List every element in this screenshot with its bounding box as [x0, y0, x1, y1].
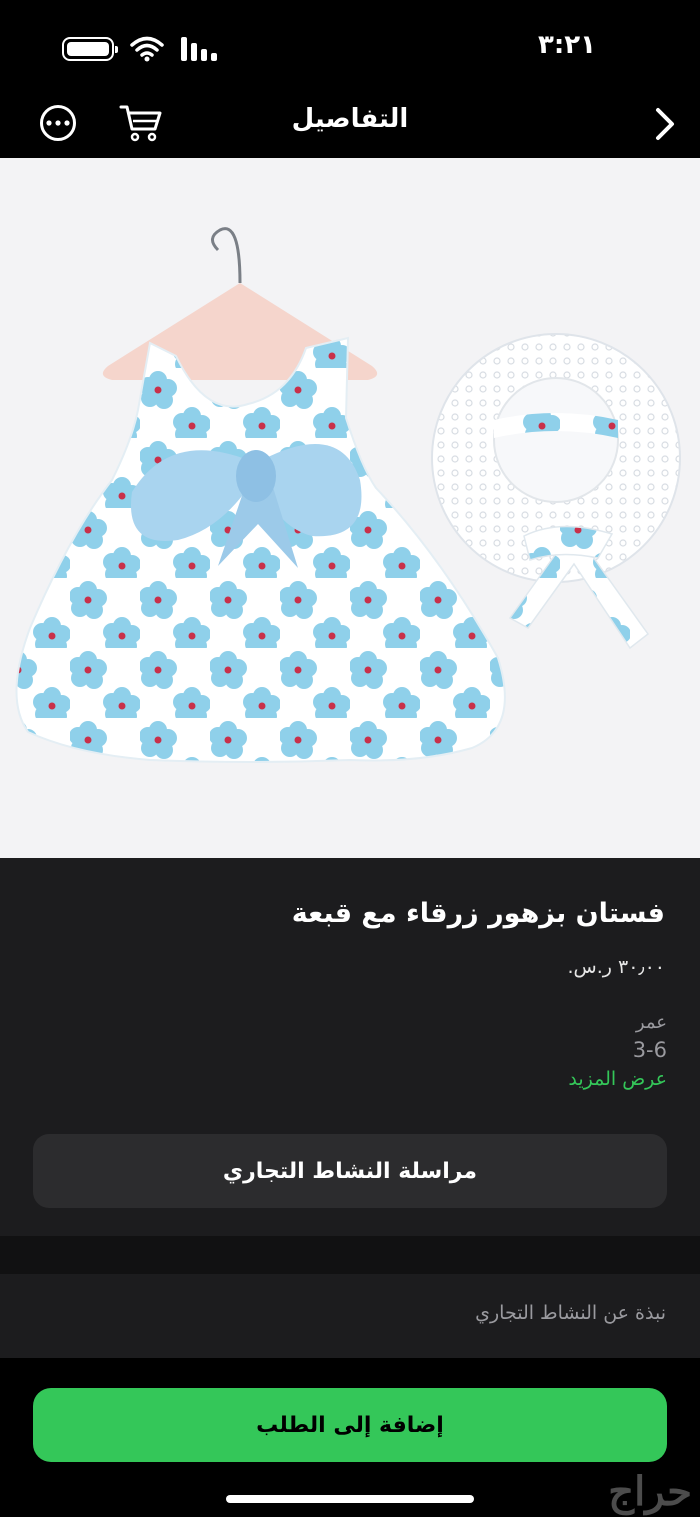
- product-price: ٣٠٫٠٠ ر.س.: [567, 956, 666, 978]
- attribute-value: 3-6: [632, 1038, 667, 1062]
- about-business-row[interactable]: نبذة عن النشاط التجاري: [0, 1274, 700, 1358]
- chevron-icon: [656, 108, 674, 140]
- status-icons: [62, 36, 218, 62]
- bottom-bar: إضافة إلى الطلب حراج: [0, 1358, 700, 1517]
- dress-illustration: [15, 227, 681, 763]
- battery-icon: [62, 37, 118, 61]
- product-image[interactable]: [0, 158, 700, 858]
- wifi-icon: [130, 36, 164, 62]
- page-title: التفاصيل: [291, 104, 409, 134]
- status-time: ٣:٢١: [537, 30, 596, 60]
- about-business-label: نبذة عن النشاط التجاري: [475, 1302, 666, 1324]
- status-bar: ٣:٢١: [0, 0, 700, 90]
- nav-bar: التفاصيل: [0, 90, 700, 158]
- signal-icon: [181, 37, 217, 61]
- watermark-logo: حراج: [608, 1468, 692, 1515]
- product-title: فستان بزهور زرقاء مع قبعة: [291, 898, 665, 929]
- show-more-link[interactable]: عرض المزيد: [568, 1068, 667, 1090]
- section-divider: [0, 1236, 700, 1274]
- product-details: فستان بزهور زرقاء مع قبعة ٣٠٫٠٠ ر.س. عمر…: [0, 858, 700, 1236]
- back-button[interactable]: [650, 104, 680, 144]
- add-to-order-button[interactable]: إضافة إلى الطلب: [33, 1388, 667, 1462]
- contact-business-button[interactable]: مراسلة النشاط التجاري: [33, 1134, 667, 1208]
- home-indicator: [226, 1495, 474, 1503]
- attribute-label: عمر: [635, 1012, 667, 1033]
